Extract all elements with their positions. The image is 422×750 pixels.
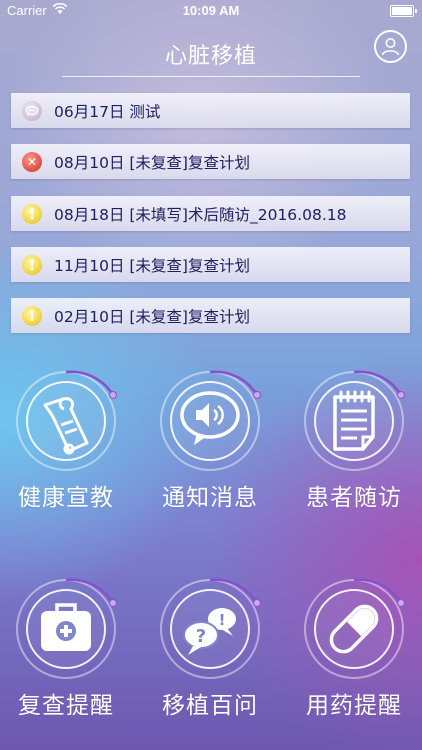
ring-decoration [16, 578, 117, 679]
message-icon [22, 101, 42, 121]
ring-decoration [304, 370, 405, 471]
menu-label: 复查提醒 [18, 693, 114, 719]
menu-label: 通知消息 [162, 485, 258, 511]
menu-recheck-reminder-button[interactable]: 复查提醒 [1, 573, 131, 750]
ring-decoration [304, 578, 405, 679]
app-screen: Carrier 10:09 AM 心脏移植 06月17日 测试 ✕ 08月10日… [0, 0, 422, 750]
notice-item[interactable]: 08月10日 [未复查]复查计划 [11, 144, 410, 179]
ring-decoration: ! ? [160, 578, 261, 679]
menu-label: 移植百问 [162, 693, 258, 719]
notice-text: 11月10日 [未复查]复查计划 [54, 257, 250, 275]
svg-text:!: ! [219, 611, 226, 629]
page-title: 心脏移植 [164, 44, 257, 69]
menu-medication-reminder-button[interactable]: 用药提醒 [289, 573, 419, 750]
user-profile-button[interactable] [374, 30, 407, 63]
status-bar: Carrier 10:09 AM [0, 0, 422, 22]
menu-patient-followup-button[interactable]: 患者随访 [289, 365, 419, 545]
menu-label: 健康宣教 [18, 485, 114, 511]
notice-item[interactable]: 06月17日 测试 [11, 93, 410, 128]
ring-decoration [16, 370, 117, 471]
battery-icon [390, 5, 417, 17]
warning-icon [22, 255, 42, 275]
svg-text:?: ? [196, 626, 206, 647]
notice-text: 08月18日 [未填写]术后随访_2016.08.18 [54, 206, 347, 224]
menu-health-education-button[interactable]: 健康宣教 [1, 365, 131, 545]
notice-text: 02月10日 [未复查]复查计划 [54, 308, 250, 326]
menu-label: 患者随访 [306, 485, 402, 511]
notice-item[interactable]: 08月18日 [未填写]术后随访_2016.08.18 [11, 196, 410, 231]
user-icon [381, 38, 400, 56]
notice-text: 06月17日 测试 [54, 103, 161, 121]
notice-item[interactable]: 11月10日 [未复查]复查计划 [11, 247, 410, 282]
menu-transplant-faq-button[interactable]: ! ? 移植百问 [145, 573, 275, 750]
warning-icon [22, 204, 42, 224]
menu-notifications-button[interactable]: 通知消息 [145, 365, 275, 545]
notice-item[interactable]: 02月10日 [未复查]复查计划 [11, 298, 410, 333]
error-icon [22, 152, 42, 172]
menu-label: 用药提醒 [306, 693, 402, 719]
status-time: 10:09 AM [182, 3, 240, 18]
ring-decoration [160, 370, 261, 471]
warning-icon [22, 306, 42, 326]
title-divider [62, 76, 360, 77]
medical-kit-icon [41, 603, 91, 651]
notice-text: 08月10日 [未复查]复查计划 [54, 154, 250, 172]
